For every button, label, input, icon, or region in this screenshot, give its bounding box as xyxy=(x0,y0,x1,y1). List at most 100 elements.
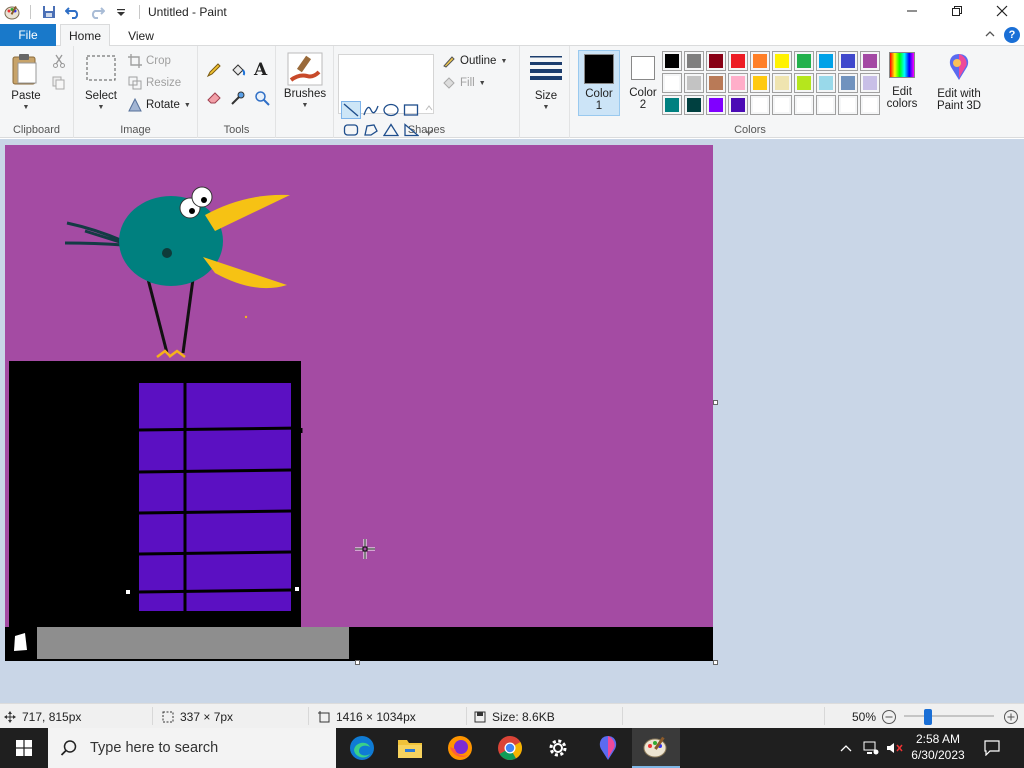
network-icon[interactable] xyxy=(860,728,882,768)
image-size-icon xyxy=(318,711,330,723)
outline-button[interactable]: Outline ▼ xyxy=(442,52,507,70)
color1-button[interactable]: Color 1 xyxy=(578,50,620,116)
start-button[interactable] xyxy=(0,728,48,768)
rectangle-shape-icon[interactable] xyxy=(401,101,421,119)
color-swatch[interactable] xyxy=(684,51,704,71)
color-swatch[interactable] xyxy=(816,95,836,115)
line-shape-icon[interactable] xyxy=(341,101,361,119)
color-swatch[interactable] xyxy=(860,73,880,93)
restore-button[interactable] xyxy=(934,0,979,22)
text-tool-icon[interactable]: A xyxy=(254,60,267,80)
undo-icon[interactable] xyxy=(63,2,83,22)
canvas-workspace[interactable] xyxy=(0,139,1024,703)
notifications-icon[interactable] xyxy=(980,728,1004,768)
color-swatch[interactable] xyxy=(816,73,836,93)
color-swatch-fill xyxy=(709,98,723,112)
color-swatch[interactable] xyxy=(750,73,770,93)
eraser-icon[interactable] xyxy=(206,90,222,107)
color-swatch[interactable] xyxy=(662,73,682,93)
minimize-button[interactable] xyxy=(889,0,934,22)
edge-icon[interactable] xyxy=(338,728,386,768)
zoom-slider-track[interactable] xyxy=(904,715,994,717)
pencil-icon[interactable] xyxy=(206,62,222,81)
color-swatch[interactable] xyxy=(662,51,682,71)
color-swatch[interactable] xyxy=(750,51,770,71)
color-swatch[interactable] xyxy=(794,95,814,115)
select-button[interactable]: Select ▼ xyxy=(82,54,120,114)
help-icon[interactable]: ? xyxy=(1004,27,1020,43)
zoom-in-button[interactable] xyxy=(1003,709,1019,728)
size-button[interactable]: Size ▼ xyxy=(526,54,566,114)
color-swatch[interactable] xyxy=(794,51,814,71)
color-picker-icon[interactable] xyxy=(230,90,246,109)
color-swatch[interactable] xyxy=(838,73,858,93)
paint3d-taskbar-icon[interactable] xyxy=(584,728,632,768)
color-swatch[interactable] xyxy=(750,95,770,115)
fill-button[interactable]: Fill ▼ xyxy=(442,74,486,92)
brushes-button[interactable]: Brushes ▼ xyxy=(282,52,328,112)
file-explorer-icon[interactable] xyxy=(386,728,434,768)
magnifier-icon[interactable] xyxy=(254,90,270,109)
taskbar-search[interactable]: Type here to search xyxy=(48,728,336,768)
redo-icon[interactable] xyxy=(87,2,107,22)
resize-handle-bottom[interactable] xyxy=(355,660,360,665)
tab-file[interactable]: File xyxy=(0,24,56,46)
collapse-ribbon-icon[interactable] xyxy=(984,28,996,42)
color-swatch[interactable] xyxy=(684,73,704,93)
show-hidden-icons-button[interactable] xyxy=(836,728,856,768)
color2-button[interactable]: Color 2 xyxy=(624,50,662,116)
crop-button[interactable]: Crop xyxy=(128,52,171,70)
color-swatch[interactable] xyxy=(728,95,748,115)
resize-handle-right[interactable] xyxy=(713,400,718,405)
zoom-out-button[interactable] xyxy=(881,709,897,728)
right-triangle-shape-icon[interactable] xyxy=(401,121,421,139)
color-swatch[interactable] xyxy=(662,95,682,115)
fill-bucket-icon[interactable] xyxy=(230,62,246,81)
edit-with-paint3d-button[interactable]: Edit with Paint 3D xyxy=(932,52,986,112)
color-swatch[interactable] xyxy=(684,95,704,115)
color-swatch[interactable] xyxy=(838,95,858,115)
color-swatch[interactable] xyxy=(772,51,792,71)
resize-handle-corner[interactable] xyxy=(713,660,718,665)
color-swatch[interactable] xyxy=(860,51,880,71)
color-swatch[interactable] xyxy=(772,95,792,115)
paste-button[interactable]: Paste ▼ xyxy=(6,52,46,114)
taskbar: Type here to search 2:58 AM 6/30/2023 xyxy=(0,728,1024,768)
taskbar-clock[interactable]: 2:58 AM 6/30/2023 xyxy=(898,731,978,763)
copy-icon[interactable] xyxy=(52,76,66,93)
color-swatch[interactable] xyxy=(838,51,858,71)
close-button[interactable] xyxy=(979,0,1024,22)
color-swatch[interactable] xyxy=(706,95,726,115)
color-swatch[interactable] xyxy=(728,51,748,71)
firefox-icon[interactable] xyxy=(436,728,484,768)
color-swatch[interactable] xyxy=(860,95,880,115)
color-swatch[interactable] xyxy=(772,73,792,93)
color-swatch[interactable] xyxy=(728,73,748,93)
customize-quick-access-icon[interactable] xyxy=(111,2,131,22)
tab-view[interactable]: View xyxy=(116,24,166,47)
paint-taskbar-icon[interactable] xyxy=(632,728,680,768)
color-swatch[interactable] xyxy=(816,51,836,71)
curve-shape-icon[interactable] xyxy=(361,101,381,119)
tab-home[interactable]: Home xyxy=(60,24,110,47)
color-swatch[interactable] xyxy=(794,73,814,93)
oval-shape-icon[interactable] xyxy=(381,101,401,119)
zoom-slider-thumb[interactable] xyxy=(924,709,932,725)
paint-app-icon[interactable] xyxy=(2,2,22,22)
rotate-label: Rotate xyxy=(146,99,180,111)
save-icon[interactable] xyxy=(39,2,59,22)
rounded-rectangle-shape-icon[interactable] xyxy=(341,121,361,139)
rotate-button[interactable]: Rotate ▼ xyxy=(128,96,191,114)
resize-button[interactable]: Resize xyxy=(128,74,181,92)
triangle-shape-icon[interactable] xyxy=(381,121,401,139)
edit-colors-button[interactable]: Edit colors xyxy=(882,52,922,110)
settings-gear-icon[interactable] xyxy=(534,728,582,768)
polygon-shape-icon[interactable] xyxy=(361,121,381,139)
color-swatch[interactable] xyxy=(706,51,726,71)
chrome-icon[interactable] xyxy=(486,728,534,768)
color-swatch[interactable] xyxy=(706,73,726,93)
drawing-canvas[interactable] xyxy=(5,145,713,661)
cut-icon[interactable] xyxy=(52,54,66,71)
color-swatch-fill xyxy=(775,76,789,90)
separator xyxy=(30,5,31,19)
